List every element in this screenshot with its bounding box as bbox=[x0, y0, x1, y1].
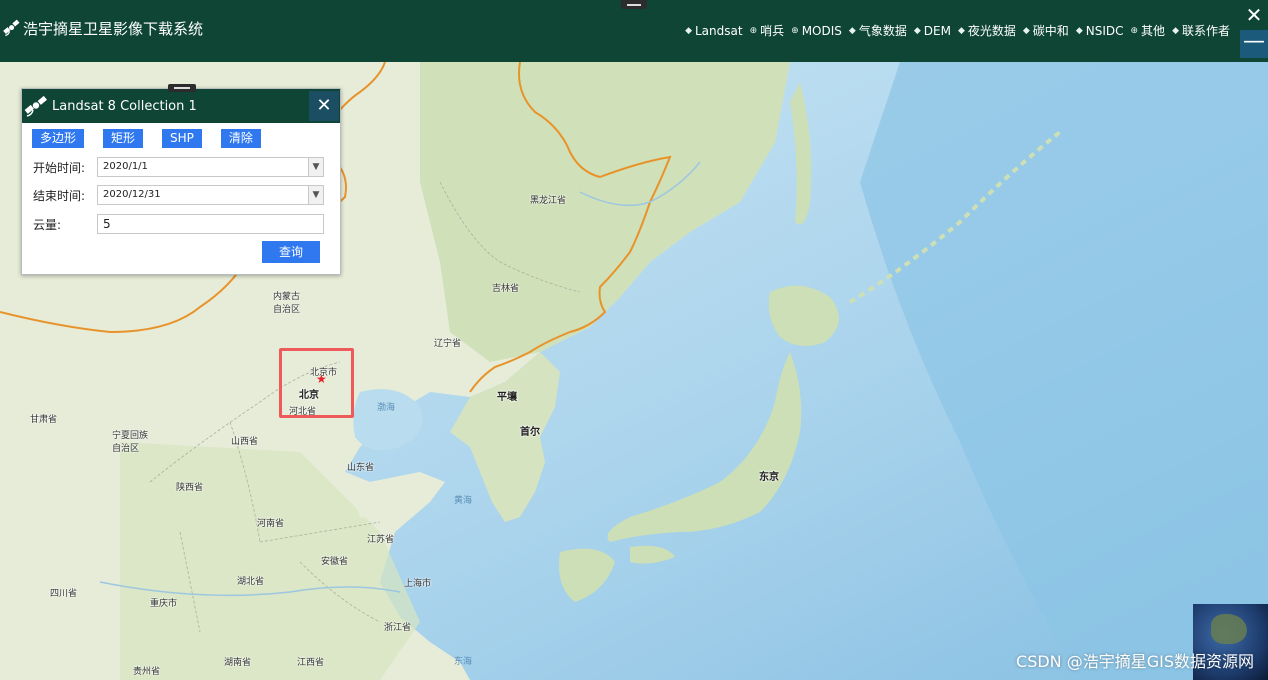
map-label: 渤海 bbox=[377, 403, 396, 413]
nav-label: 夜光数据 bbox=[967, 24, 1016, 38]
map-label: 甘肃省 bbox=[30, 415, 58, 425]
end-date-value: 2020/12/31 bbox=[103, 189, 161, 200]
map-label: 陕西省 bbox=[176, 483, 204, 493]
nav-item-sentinel[interactable]: ⊕ 哨兵 bbox=[750, 22, 785, 39]
map-label: 山西省 bbox=[231, 437, 259, 447]
start-date-value: 2020/1/1 bbox=[103, 161, 148, 172]
globe-icon: ⊕ bbox=[749, 25, 758, 36]
nav-label: Landsat bbox=[695, 23, 743, 38]
end-date-label: 结束时间: bbox=[33, 188, 86, 203]
nav-label: MODIS bbox=[801, 23, 842, 38]
satellite-icon bbox=[24, 95, 47, 117]
map-label: 江西省 bbox=[297, 658, 325, 668]
share-icon: ◆ bbox=[685, 25, 692, 36]
map-label: 自治区 bbox=[273, 305, 301, 315]
start-date-select[interactable]: 2020/1/1 ▼ bbox=[97, 157, 324, 177]
nav-item-nsidc[interactable]: ◆ NSIDC bbox=[1076, 24, 1124, 38]
nav-item-weather[interactable]: ◆ 气象数据 bbox=[849, 22, 907, 39]
close-icon[interactable]: ✕ bbox=[309, 91, 339, 121]
map-label: 内蒙古 bbox=[273, 292, 301, 302]
panel-drag-handle[interactable] bbox=[168, 84, 196, 92]
draw-tools: 多边形 矩形 SHP 清除 bbox=[32, 129, 280, 148]
satellite-icon bbox=[3, 19, 20, 37]
share-icon: ◆ bbox=[913, 25, 921, 36]
nav-item-contact[interactable]: ◆ 联系作者 bbox=[1172, 22, 1230, 39]
top-navigation-bar: 浩宇摘星卫星影像下载系统 ◆ Landsat ⊕ 哨兵 ⊕ MODIS ◆ 气象数据 ◆… bbox=[0, 0, 1268, 62]
share-icon: ◆ bbox=[848, 25, 856, 36]
map-label: 贵州省 bbox=[133, 667, 161, 677]
globe-icon: ⊕ bbox=[1130, 25, 1139, 36]
nav-item-nightlight[interactable]: ◆ 夜光数据 bbox=[958, 22, 1016, 39]
cloud-input[interactable] bbox=[97, 214, 324, 234]
end-date-select[interactable]: 2020/12/31 ▼ bbox=[97, 185, 324, 205]
nav-label: NSIDC bbox=[1085, 23, 1124, 38]
minimize-icon[interactable]: — bbox=[1240, 30, 1268, 58]
map-label: 山东省 bbox=[347, 463, 375, 473]
map-label: 湖南省 bbox=[224, 658, 252, 668]
chevron-down-icon[interactable]: ▼ bbox=[308, 158, 323, 176]
map-label: 首尔 bbox=[520, 427, 540, 438]
panel-title: Landsat 8 Collection 1 bbox=[52, 98, 197, 114]
share-icon: ◆ bbox=[1172, 25, 1179, 36]
capital-star-icon: ★ bbox=[316, 372, 327, 386]
query-button[interactable]: 查询 bbox=[262, 241, 320, 263]
share-icon: ◆ bbox=[1075, 25, 1083, 36]
nav-item-other[interactable]: ⊕ 其他 bbox=[1131, 22, 1166, 39]
map-label: 宁夏回族 bbox=[112, 431, 149, 441]
clear-button[interactable]: 清除 bbox=[220, 129, 261, 148]
globe-icon: ⊕ bbox=[791, 25, 799, 36]
polygon-button[interactable]: 多边形 bbox=[32, 129, 85, 148]
cloud-label: 云量: bbox=[33, 217, 62, 232]
nav-label: 碳中和 bbox=[1032, 24, 1069, 38]
map-label: 江苏省 bbox=[367, 535, 395, 545]
map-label: 重庆市 bbox=[150, 599, 178, 609]
start-date-label: 开始时间: bbox=[33, 160, 86, 175]
end-date-row: 结束时间: 2020/12/31 ▼ bbox=[33, 185, 324, 205]
map-label: 黑龙江省 bbox=[530, 196, 567, 206]
nav-label: 联系作者 bbox=[1181, 24, 1230, 38]
query-panel: Landsat 8 Collection 1 ✕ 多边形 矩形 SHP 清除 开… bbox=[21, 84, 341, 275]
map-label: 东京 bbox=[759, 472, 779, 483]
brand[interactable]: 浩宇摘星卫星影像下载系统 bbox=[2, 17, 203, 39]
shp-button[interactable]: SHP bbox=[162, 129, 202, 148]
map-label: 湖北省 bbox=[237, 577, 265, 587]
map-label: 自治区 bbox=[112, 444, 140, 454]
rectangle-button[interactable]: 矩形 bbox=[103, 129, 144, 148]
watermark: CSDN @浩宇摘星GIS数据资源网 bbox=[1016, 652, 1254, 671]
start-date-row: 开始时间: 2020/1/1 ▼ bbox=[33, 157, 324, 177]
map-label: 四川省 bbox=[50, 589, 78, 599]
share-icon: ◆ bbox=[1022, 25, 1030, 36]
map-label: 河南省 bbox=[257, 519, 285, 529]
share-icon: ◆ bbox=[957, 25, 965, 36]
cloud-row: 云量: bbox=[33, 214, 324, 234]
main-nav: ◆ Landsat ⊕ 哨兵 ⊕ MODIS ◆ 气象数据 ◆ DEM ◆ 夜光数据 ◆ 碳中… bbox=[678, 22, 1230, 39]
nav-item-dem[interactable]: ◆ DEM bbox=[914, 24, 951, 38]
nav-label: 气象数据 bbox=[858, 24, 907, 38]
map-label: 平壤 bbox=[497, 392, 517, 403]
nav-label: 哨兵 bbox=[760, 24, 785, 38]
nav-item-carbon[interactable]: ◆ 碳中和 bbox=[1023, 22, 1069, 39]
chevron-down-icon[interactable]: ▼ bbox=[308, 186, 323, 204]
map-label: 黄海 bbox=[454, 496, 473, 506]
close-icon[interactable]: ✕ bbox=[1240, 0, 1268, 30]
map-label: 吉林省 bbox=[492, 284, 520, 294]
map-label: 浙江省 bbox=[384, 623, 412, 633]
map-label: 上海市 bbox=[404, 579, 432, 589]
nav-item-landsat[interactable]: ◆ Landsat bbox=[685, 24, 743, 38]
nav-label: DEM bbox=[923, 23, 951, 38]
drag-handle[interactable] bbox=[621, 0, 647, 9]
map-label: 辽宁省 bbox=[434, 339, 462, 349]
app-title: 浩宇摘星卫星影像下载系统 bbox=[23, 19, 204, 38]
nav-item-modis[interactable]: ⊕ MODIS bbox=[791, 24, 842, 38]
map-label: 安徽省 bbox=[321, 557, 349, 567]
map-label: 东海 bbox=[454, 657, 473, 667]
nav-label: 其他 bbox=[1141, 24, 1166, 38]
panel-header: Landsat 8 Collection 1 bbox=[22, 89, 340, 123]
